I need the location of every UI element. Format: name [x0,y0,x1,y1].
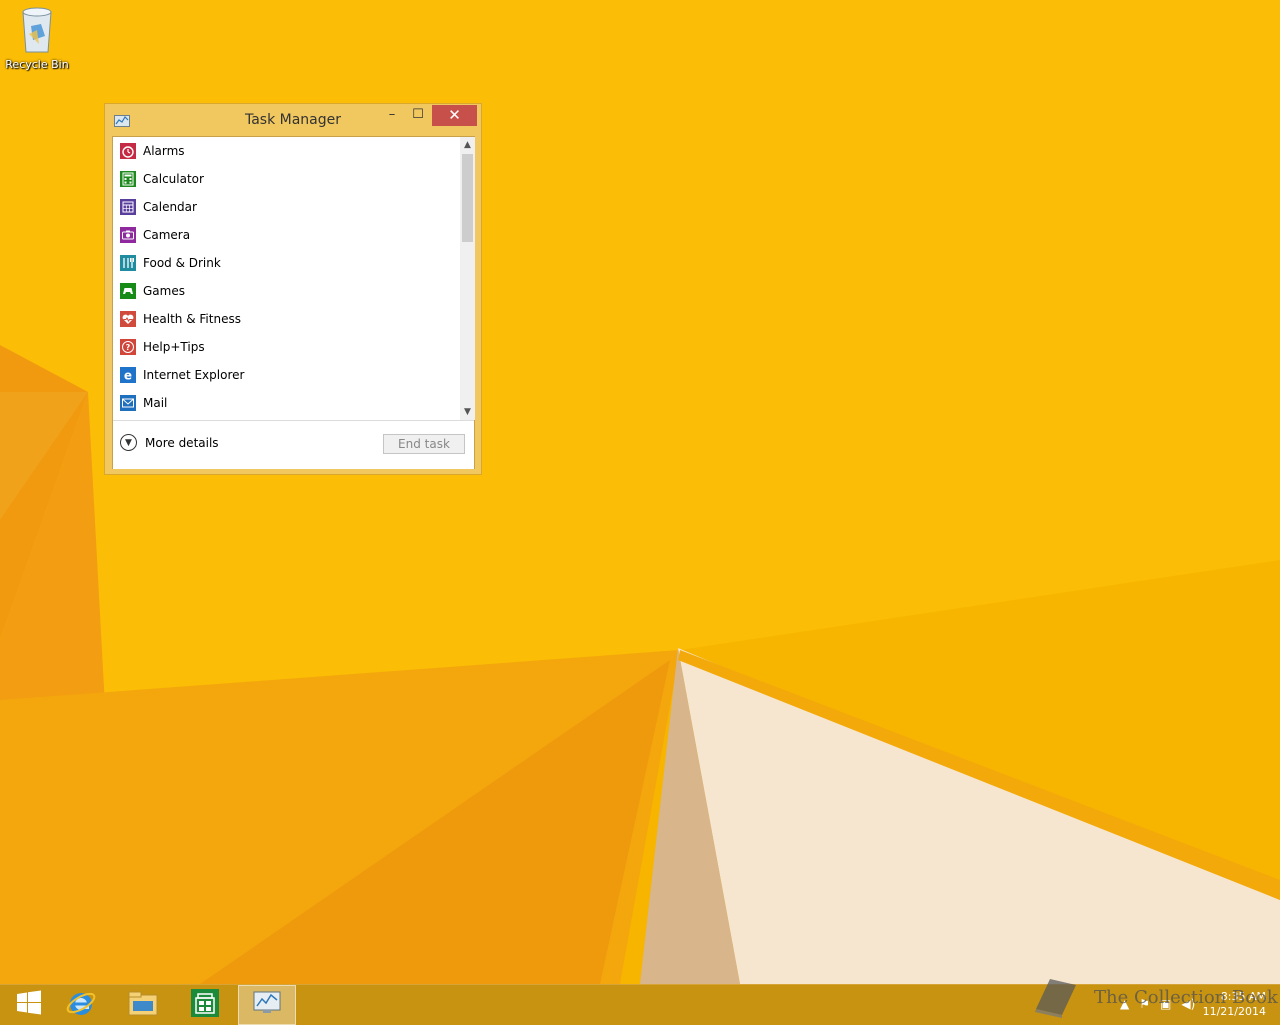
health-icon [120,311,136,327]
app-name: Alarms [143,144,185,158]
list-item[interactable]: Camera [113,221,459,249]
app-list: Alarms Calculator Calendar Camera Food &… [113,137,459,420]
camera-icon [120,227,136,243]
mail-icon [120,395,136,411]
taskbar-store[interactable] [176,985,234,1025]
app-name: Food & Drink [143,256,221,270]
task-manager-window: Task Manager – ☐ ✕ Alarms Calculator Cal… [104,103,482,475]
watermark: The Collection Book [1030,975,1278,1019]
list-item[interactable]: Mail [113,389,459,417]
scroll-up-icon[interactable]: ▲ [460,137,475,153]
calendar-icon [120,199,136,215]
food-drink-icon [120,255,136,271]
app-name: Games [143,284,185,298]
taskbar-file-explorer[interactable] [114,985,172,1025]
file-explorer-icon [127,989,159,1021]
games-icon [120,283,136,299]
scroll-down-icon[interactable]: ▼ [460,404,475,420]
recycle-bin-label: Recycle Bin [5,58,69,71]
store-icon [190,988,220,1022]
list-item[interactable]: Alarms [113,137,459,165]
more-details-button[interactable]: ▼ More details [120,434,219,451]
list-item[interactable]: Health & Fitness [113,305,459,333]
maximize-button[interactable]: ☐ [405,105,431,126]
app-name: Calendar [143,200,197,214]
internet-explorer-icon [65,987,97,1023]
window-titlebar[interactable]: Task Manager – ☐ ✕ [105,104,481,136]
app-name: Mail [143,396,168,410]
internet-explorer-icon: e [120,367,136,383]
recycle-bin-icon [17,6,57,54]
app-name: Internet Explorer [143,368,245,382]
start-icon [15,989,43,1021]
list-item[interactable]: Calendar [113,193,459,221]
app-name: Camera [143,228,191,242]
recycle-bin-shortcut[interactable]: Recycle Bin [4,6,70,71]
more-details-label: More details [145,435,219,450]
app-name: Calculator [143,172,204,186]
help-icon: ? [120,339,136,355]
list-item[interactable]: Games [113,277,459,305]
list-item[interactable]: Food & Drink [113,249,459,277]
close-button[interactable]: ✕ [432,105,477,126]
svg-text:e: e [124,369,132,383]
end-task-button[interactable]: End task [383,434,465,454]
minimize-button[interactable]: – [379,105,405,126]
taskbar-task-manager[interactable] [238,985,296,1025]
start-button[interactable] [0,985,58,1025]
list-item[interactable]: ? Help+Tips [113,333,459,361]
task-manager-icon [252,990,282,1020]
chevron-down-icon: ▼ [120,434,137,451]
list-scrollbar[interactable]: ▲ ▼ [460,137,475,420]
window-footer: ▼ More details End task [113,420,474,469]
watermark-text: The Collection Book [1094,986,1278,1008]
app-name: Help+Tips [143,340,205,354]
list-item[interactable]: e Internet Explorer [113,361,459,389]
book-icon [1035,979,1076,1018]
scrollbar-thumb[interactable] [462,154,473,242]
alarm-icon [120,143,136,159]
calculator-icon [120,171,136,187]
list-item[interactable]: Calculator [113,165,459,193]
svg-text:?: ? [126,343,131,352]
task-manager-content: Alarms Calculator Calendar Camera Food &… [112,136,475,469]
app-name: Health & Fitness [143,312,241,326]
taskbar-internet-explorer[interactable] [52,985,110,1025]
